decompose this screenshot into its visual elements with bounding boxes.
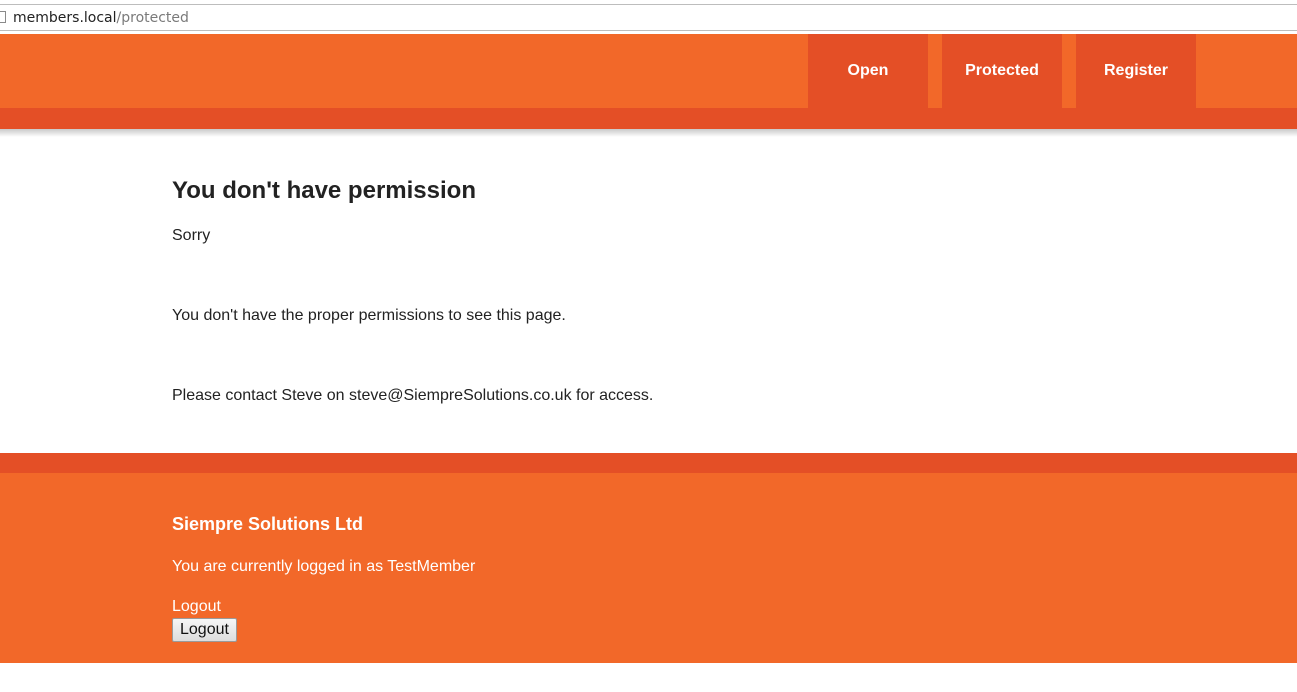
logout-label: Logout [172,598,221,615]
page-title: You don't have permission [172,177,476,204]
header-shadow [0,129,1297,137]
header-stripe [0,108,1297,129]
browser-address-bar: members.local/protected [0,0,1297,34]
nav-item-protected[interactable]: Protected [942,34,1062,108]
site-footer: Siempre Solutions Ltd You are currently … [0,453,1297,663]
main-content: You don't have permission Sorry You don'… [172,176,1072,404]
nav-item-open[interactable]: Open [808,34,928,108]
url-text: members.local/protected [13,9,189,27]
contact-text: Please contact Steve on steve@SiempreSol… [172,387,654,404]
site-header: Open Protected Register [0,34,1297,129]
footer-stripe [0,453,1297,473]
url-path: /protected [116,10,189,26]
url-host: members.local [13,10,117,26]
nav-item-register[interactable]: Register [1076,34,1196,108]
sorry-text: Sorry [172,227,211,244]
permission-text: You don't have the proper permissions to… [172,307,566,324]
page-icon [0,11,6,23]
url-field[interactable]: members.local/protected [0,4,1297,31]
logout-button[interactable]: Logout [172,618,237,642]
footer-company-name: Siempre Solutions Ltd [172,514,364,534]
login-status-text: You are currently logged in as TestMembe… [172,558,476,575]
